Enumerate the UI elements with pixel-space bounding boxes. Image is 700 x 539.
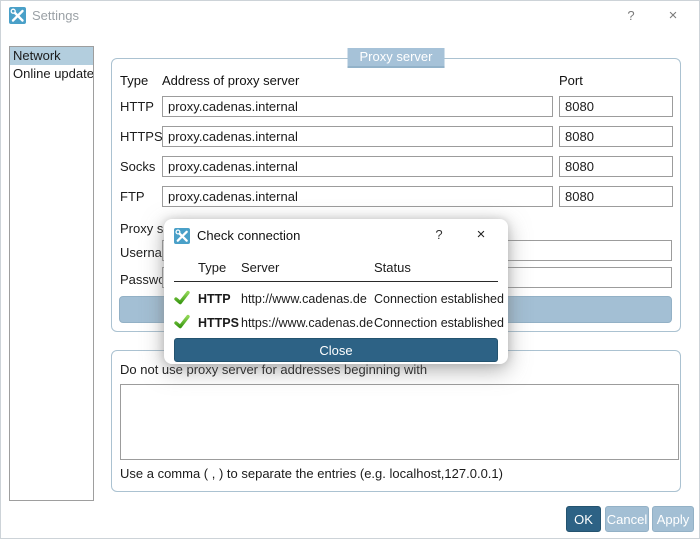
proxy-row-http: HTTP: [112, 96, 680, 117]
column-header-port: Port: [559, 73, 583, 88]
proxy-row-socks: Socks: [112, 156, 680, 177]
dialog-column-server: Server: [241, 260, 280, 275]
socks-address-input[interactable]: [162, 156, 553, 177]
https-port-input[interactable]: [559, 126, 673, 147]
dialog-app-icon: [174, 228, 190, 244]
dialog-column-type: Type: [198, 260, 227, 275]
success-check-icon: [174, 314, 190, 329]
proxy-type-label: Socks: [120, 159, 156, 174]
proxy-row-https: HTTPS: [112, 126, 680, 147]
connection-row-http: HTTP http://www.cadenas.de Connection es…: [164, 289, 508, 309]
http-address-input[interactable]: [162, 96, 553, 117]
dialog-title: Check connection: [197, 228, 301, 243]
sidebar-item-online-update[interactable]: Online update: [10, 65, 93, 83]
exceptions-label: Do not use proxy server for addresses be…: [120, 362, 428, 377]
settings-app-icon: [9, 7, 26, 24]
cancel-button[interactable]: Cancel: [605, 506, 649, 532]
settings-category-list: Network Online update: [9, 46, 94, 501]
socks-port-input[interactable]: [559, 156, 673, 177]
ftp-address-input[interactable]: [162, 186, 553, 207]
connection-status: Connection established: [374, 316, 504, 330]
dialog-close-icon[interactable]: ×: [468, 226, 494, 243]
proxy-type-label: HTTPS: [120, 129, 163, 144]
help-icon[interactable]: ?: [617, 4, 645, 28]
column-header-address: Address of proxy server: [162, 73, 300, 88]
close-icon[interactable]: ×: [659, 4, 687, 28]
exceptions-textarea[interactable]: [120, 384, 679, 460]
dialog-help-icon[interactable]: ?: [428, 227, 450, 242]
proxy-group-title: Proxy server: [347, 48, 445, 68]
connection-type: HTTP: [198, 292, 231, 306]
connection-status: Connection established: [374, 292, 504, 306]
connection-server: http://www.cadenas.de: [241, 292, 367, 306]
dialog-close-button[interactable]: Close: [174, 338, 498, 362]
window-title: Settings: [32, 8, 79, 23]
settings-window: Settings ? × Network Online update Proxy…: [0, 0, 700, 539]
column-header-type: Type: [120, 73, 149, 88]
dialog-column-status: Status: [374, 260, 411, 275]
connection-server: https://www.cadenas.de: [241, 316, 374, 330]
proxy-exceptions-group: Do not use proxy server for addresses be…: [111, 350, 681, 492]
connection-type: HTTPS: [198, 316, 239, 330]
ok-button[interactable]: OK: [566, 506, 601, 532]
connection-row-https: HTTPS https://www.cadenas.de Connection …: [164, 313, 508, 333]
apply-button[interactable]: Apply: [652, 506, 694, 532]
dialog-header-separator: [174, 281, 498, 282]
success-check-icon: [174, 290, 190, 305]
exceptions-note: Use a comma ( , ) to separate the entrie…: [120, 466, 503, 481]
http-port-input[interactable]: [559, 96, 673, 117]
proxy-row-ftp: FTP: [112, 186, 680, 207]
proxy-type-label: HTTP: [120, 99, 154, 114]
proxy-type-label: FTP: [120, 189, 145, 204]
sidebar-item-network[interactable]: Network: [10, 47, 93, 65]
https-address-input[interactable]: [162, 126, 553, 147]
ftp-port-input[interactable]: [559, 186, 673, 207]
check-connection-dialog: Check connection ? × Type Server Status …: [164, 219, 508, 364]
